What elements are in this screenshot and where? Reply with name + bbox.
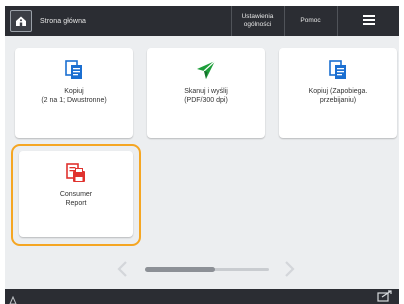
home-icon xyxy=(10,10,32,32)
home-label: Strona główna xyxy=(40,17,87,25)
tile-label: Kopiuj (Zapobiega. przebijaniu) xyxy=(308,88,368,104)
page-scroll-thumb[interactable] xyxy=(145,267,215,272)
top-bar: Strona główna Ustawienia ogólności Pomoc xyxy=(5,6,399,36)
menu-icon xyxy=(362,14,376,29)
report-icon xyxy=(65,161,87,185)
chevron-right-icon[interactable] xyxy=(282,260,296,283)
copy-icon xyxy=(328,58,348,82)
chevron-left-icon[interactable] xyxy=(116,260,130,283)
tile-label: Consumer Report xyxy=(59,191,93,207)
tile-consumer-report[interactable]: Consumer Report xyxy=(19,151,133,237)
tile-copy-2in1-duplex[interactable]: Kopiuj (2 na 1; Dwustronne) xyxy=(15,48,133,138)
copy-icon xyxy=(64,58,84,82)
common-settings-button[interactable]: Ustawienia ogólności xyxy=(231,6,283,36)
tile-copy-prevent-bleed[interactable]: Kopiuj (Zapobiega. przebijaniu) xyxy=(279,48,397,138)
status-indicator-icon xyxy=(9,292,17,304)
help-button[interactable]: Pomoc xyxy=(284,6,336,36)
menu-button[interactable] xyxy=(337,6,399,36)
common-settings-label: Ustawienia ogólności xyxy=(241,13,274,28)
device-screen: Strona główna Ustawienia ogólności Pomoc xyxy=(5,6,399,304)
tile-scan-and-send-pdf[interactable]: Skanuj i wyślij (PDF/300 dpi) xyxy=(147,48,265,138)
status-monitor-icon[interactable] xyxy=(377,290,393,304)
send-icon xyxy=(195,58,217,82)
help-label: Pomoc xyxy=(300,17,321,24)
status-bar xyxy=(5,289,399,304)
tile-label: Skanuj i wyślij (PDF/300 dpi) xyxy=(184,88,228,104)
home-button[interactable]: Strona główna xyxy=(7,9,227,33)
tile-label: Kopiuj (2 na 1; Dwustronne) xyxy=(41,88,107,104)
